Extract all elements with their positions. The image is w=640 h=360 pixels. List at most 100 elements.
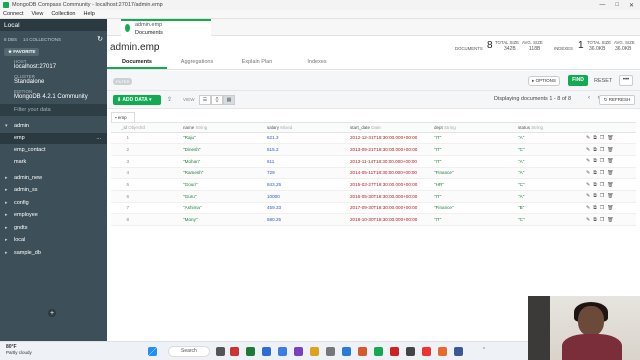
cell-start-date[interactable]: 2012-12-31T18:30:00.000+00:00: [346, 135, 430, 140]
row-number[interactable]: 6: [111, 194, 179, 199]
add-data-button[interactable]: ⬇ ADD DATA ▾: [113, 95, 161, 105]
tab-explain-plan[interactable]: Explain Plan: [227, 55, 287, 69]
settings-icon[interactable]: [326, 347, 335, 356]
row-number[interactable]: 3: [111, 159, 179, 164]
cell-start-date[interactable]: 2016-05-30T18:30:00.000+00:00: [346, 194, 430, 199]
table-row[interactable]: 7 "Ashima" 459.33 2017-09-30T18:30:00.000+0…: [111, 203, 636, 215]
explorer-icon[interactable]: [310, 347, 319, 356]
table-row[interactable]: 2 "Dinesh" 515.2 2013-09-21T18:30:00.000+00…: [111, 144, 636, 156]
cell-status[interactable]: "A": [514, 194, 582, 199]
cell-status[interactable]: "C": [514, 182, 582, 187]
edit-icon[interactable]: ✎: [586, 217, 590, 223]
table-view-button[interactable]: ▦: [223, 95, 235, 105]
refresh-icon[interactable]: ↻: [97, 35, 103, 43]
options-button[interactable]: ▸ OPTIONS: [528, 76, 560, 86]
db-item-local[interactable]: ▸ local: [0, 234, 107, 247]
find-button[interactable]: FIND: [568, 75, 588, 86]
table-row[interactable]: 4 "Ramesh" 729 2014-05-11T18:30:00.000+00:0…: [111, 167, 636, 180]
cell-dept[interactable]: "HR": [430, 182, 514, 187]
table-row[interactable]: 3 "Mohan" 611 2013-11-14T18:30:00.000+00:00…: [111, 156, 636, 168]
row-number[interactable]: 1: [111, 135, 179, 140]
compass-taskbar-icon[interactable]: [374, 347, 383, 356]
cell-status[interactable]: "B": [514, 205, 582, 210]
header-salary[interactable]: salary Mixed: [263, 123, 346, 132]
cell-name[interactable]: "Ramesh": [179, 170, 263, 175]
header-status[interactable]: status String: [514, 123, 582, 132]
clone-icon[interactable]: ❐: [600, 217, 604, 223]
edit-icon[interactable]: ✎: [586, 205, 590, 211]
cell-name[interactable]: "Raju": [179, 135, 263, 140]
chrome-icon[interactable]: [342, 347, 351, 356]
cell-salary[interactable]: 843.25: [263, 182, 346, 187]
clone-icon[interactable]: ❐: [600, 135, 604, 141]
cell-dept[interactable]: "IT": [430, 147, 514, 152]
db-item-employee[interactable]: ▸ employee: [0, 209, 107, 222]
delete-icon[interactable]: 🗑: [607, 193, 613, 199]
favorite-button[interactable]: ★ FAVORITE: [4, 48, 40, 56]
export-icon[interactable]: ⇪: [167, 96, 172, 103]
table-row[interactable]: 8 "Mony" 580.25 2018-10-30T18:30:00.000+00:…: [111, 214, 636, 226]
edit-icon[interactable]: ✎: [586, 182, 590, 188]
cell-salary[interactable]: 515.2: [263, 147, 346, 152]
cell-dept[interactable]: "IT": [430, 217, 514, 222]
header-start-date[interactable]: start_date Date: [346, 123, 430, 132]
system-tray[interactable]: ⌃: [482, 347, 486, 353]
db-item-admin-new[interactable]: ▸ admin_new: [0, 172, 107, 185]
cell-start-date[interactable]: 2018-10-30T18:30:00.000+00:00: [346, 217, 430, 222]
cell-name[interactable]: "Guru": [179, 194, 263, 199]
delete-icon[interactable]: 🗑: [607, 217, 613, 223]
cell-start-date[interactable]: 2013-09-21T18:30:00.000+00:00: [346, 147, 430, 152]
json-view-button[interactable]: {}: [211, 95, 223, 105]
cell-salary[interactable]: 611: [263, 159, 346, 164]
reset-button[interactable]: RESET: [594, 76, 612, 86]
cell-name[interactable]: "Gouri": [179, 182, 263, 187]
collection-menu-icon[interactable]: ...: [96, 135, 101, 141]
table-breadcrumb[interactable]: ▪ emp: [111, 112, 135, 122]
cell-name[interactable]: "Dinesh": [179, 147, 263, 152]
app-icon[interactable]: [454, 347, 463, 356]
copy-icon[interactable]: ⧉: [593, 205, 597, 211]
tab-aggregations[interactable]: Aggregations: [167, 55, 227, 69]
app-icon[interactable]: [406, 347, 415, 356]
cell-salary[interactable]: 459.33: [263, 205, 346, 210]
more-options-button[interactable]: •••: [619, 75, 633, 86]
coll-item-mark[interactable]: mark: [0, 156, 107, 168]
maximize-button[interactable]: □: [615, 2, 619, 9]
delete-icon[interactable]: 🗑: [607, 135, 613, 141]
cell-status[interactable]: "A": [514, 135, 582, 140]
row-number[interactable]: 2: [111, 147, 179, 152]
db-item-sample-db[interactable]: ▸ sample_db: [0, 247, 107, 260]
delete-icon[interactable]: 🗑: [607, 205, 613, 211]
tab-admin-emp[interactable]: admin.emp Documents: [121, 19, 211, 36]
close-button[interactable]: ✕: [629, 2, 634, 9]
cell-dept[interactable]: "Finance": [430, 205, 514, 210]
cell-status[interactable]: "A": [514, 170, 582, 175]
tab-indexes[interactable]: Indexes: [287, 55, 347, 69]
clone-icon[interactable]: ❐: [600, 193, 604, 199]
table-row[interactable]: 5 "Gouri" 843.25 2015-03-27T18:30:00.000+00…: [111, 179, 636, 191]
clone-icon[interactable]: ❐: [600, 158, 604, 164]
cell-salary[interactable]: 729: [263, 170, 346, 175]
teams-icon[interactable]: [294, 347, 303, 356]
copy-icon[interactable]: ⧉: [593, 135, 597, 141]
coll-item-emp-contact[interactable]: emp_contact: [0, 144, 107, 156]
row-number[interactable]: 5: [111, 182, 179, 187]
edit-icon[interactable]: ✎: [586, 193, 590, 199]
db-item-admin[interactable]: ▾ admin: [0, 120, 107, 133]
task-view-icon[interactable]: [216, 347, 225, 356]
edit-icon[interactable]: ✎: [586, 147, 590, 153]
list-view-button[interactable]: ☰: [199, 95, 211, 105]
cell-name[interactable]: "Ashima": [179, 205, 263, 210]
cell-dept[interactable]: "IT": [430, 159, 514, 164]
row-number[interactable]: 8: [111, 217, 179, 222]
taskbar-search[interactable]: Search: [168, 346, 210, 357]
db-item-admin-ss[interactable]: ▸ admin_ss: [0, 184, 107, 197]
cell-start-date[interactable]: 2015-03-27T18:30:00.000+00:00: [346, 182, 430, 187]
create-database-button[interactable]: +: [48, 309, 56, 317]
row-number[interactable]: 4: [111, 170, 179, 175]
table-row[interactable]: 1 "Raju" 621.3 2012-12-31T18:30:00.000+00:0…: [111, 133, 636, 145]
delete-icon[interactable]: 🗑: [607, 147, 613, 153]
table-row[interactable]: 6 "Guru" 10000 2016-05-30T18:30:00.000+00:0…: [111, 190, 636, 203]
copy-icon[interactable]: ⧉: [593, 158, 597, 164]
db-item-config[interactable]: ▸ config: [0, 197, 107, 210]
